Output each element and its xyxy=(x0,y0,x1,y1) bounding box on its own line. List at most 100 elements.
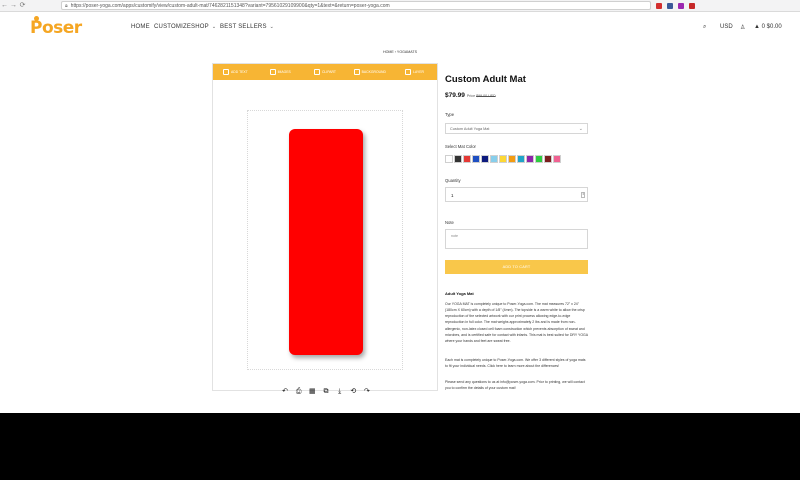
tab-label: LAYER xyxy=(413,70,425,74)
type-label: Type xyxy=(445,112,455,117)
description-paragraph: Our YOGA MAT is completely unique to Pos… xyxy=(445,302,588,343)
product-title: Custom Adult Mat xyxy=(445,74,526,85)
print-icon[interactable]: ⎙ xyxy=(294,387,304,397)
regular-price-label: Price xyxy=(466,94,476,98)
yoga-mat-preview[interactable] xyxy=(289,129,363,355)
design-canvas[interactable] xyxy=(247,110,403,370)
type-select-value: Custom Adult Yoga Mat xyxy=(450,127,490,131)
note-placeholder: note xyxy=(451,234,458,238)
tab-add-text[interactable]: ADD TEXT xyxy=(213,64,258,80)
chevron-down-icon: ⌄ xyxy=(269,24,275,30)
description-paragraph: Each mat is completely unique to Poser-Y… xyxy=(445,358,586,369)
breadcrumb: HOME › YOGAMATS xyxy=(383,50,417,54)
sale-price: $79.99 xyxy=(445,92,465,99)
color-swatch[interactable] xyxy=(526,155,534,163)
search-icon[interactable]: ⌕ xyxy=(703,24,706,31)
mat-designer: ADD TEXT IMAGES CLIPART BACKGROUND LAYER xyxy=(212,63,438,391)
color-swatch[interactable] xyxy=(535,155,543,163)
color-swatch[interactable] xyxy=(481,155,489,163)
tab-layer[interactable]: LAYER xyxy=(392,64,437,80)
color-swatch[interactable] xyxy=(499,155,507,163)
tab-clipart[interactable]: CLIPART xyxy=(303,64,348,80)
cart-icon: ▲ xyxy=(754,24,760,30)
tab-images[interactable]: IMAGES xyxy=(258,64,303,80)
quantity-value: 1 xyxy=(451,193,454,198)
regular-price-value: $99.00 USD xyxy=(476,94,496,98)
nav-best-sellers[interactable]: BEST SELLERS ⌄ xyxy=(220,24,274,30)
tab-label: BACKGROUND xyxy=(361,70,386,74)
logo-text: Poser xyxy=(30,18,82,38)
product-price: $79.99 Price $99.00 USD xyxy=(445,92,496,99)
extension-icon-3[interactable] xyxy=(678,2,684,9)
image-icon xyxy=(269,69,276,75)
cart-count: 0 xyxy=(761,24,765,30)
nav-shop[interactable]: SHOP ⌄ xyxy=(191,24,216,30)
regular-price: Price $99.00 USD xyxy=(467,94,496,98)
crop-icon[interactable]: ⧉ xyxy=(321,387,331,397)
lock-icon: 🔒︎ xyxy=(65,2,68,9)
nav-home[interactable]: HOME xyxy=(131,24,150,30)
grid-icon[interactable]: ▦ xyxy=(307,387,317,397)
cart-total: $0.00 xyxy=(766,24,782,30)
logo-dot-icon xyxy=(34,16,39,21)
extension-icon-2[interactable] xyxy=(667,2,673,9)
color-swatch[interactable] xyxy=(454,155,462,163)
canvas-tools: ↶ ⎙ ▦ ⧉ ⤓ ⟲ ↷ xyxy=(280,387,372,397)
color-swatch[interactable] xyxy=(445,155,453,163)
cart-button[interactable]: ▲ 0 $0.00 xyxy=(754,24,782,30)
back-icon[interactable]: ← xyxy=(0,0,9,12)
site-header: Poser HOME CUSTOMIZE SHOP ⌄ BEST SELLERS ⌄… xyxy=(0,12,800,46)
extension-icon-1[interactable] xyxy=(656,2,662,9)
color-swatches xyxy=(445,155,561,163)
forward-icon[interactable]: → xyxy=(9,0,18,12)
extension-icon-4[interactable] xyxy=(689,2,695,9)
reset-icon[interactable]: ⟲ xyxy=(348,387,358,397)
note-label: Note xyxy=(445,220,454,225)
nav-customize[interactable]: CUSTOMIZE xyxy=(154,24,191,30)
currency-selector[interactable]: USD xyxy=(720,24,733,30)
address-bar[interactable]: 🔒︎ https://poser-yoga.com/apps/customify… xyxy=(61,1,651,10)
color-swatch[interactable] xyxy=(553,155,561,163)
nav-shop-label: SHOP xyxy=(191,24,209,30)
color-swatch[interactable] xyxy=(463,155,471,163)
color-swatch[interactable] xyxy=(517,155,525,163)
tab-label: CLIPART xyxy=(321,70,336,74)
tab-label: IMAGES xyxy=(277,70,291,74)
address-bar-url: https://poser-yoga.com/apps/customify/vi… xyxy=(70,2,390,9)
clipart-icon xyxy=(313,69,320,75)
screen: ← → ⟳ 🔒︎ https://poser-yoga.com/apps/cus… xyxy=(0,0,800,480)
add-to-cart-button[interactable]: ADD TO CART xyxy=(445,260,588,274)
breadcrumb-current: YOGAMATS xyxy=(396,50,418,54)
tab-label: ADD TEXT xyxy=(231,70,248,74)
website: Poser HOME CUSTOMIZE SHOP ⌄ BEST SELLERS ⌄… xyxy=(0,12,800,413)
tab-background[interactable]: BACKGROUND xyxy=(347,64,392,80)
chevron-down-icon: ⌄ xyxy=(578,126,583,132)
nav-best-sellers-label: BEST SELLERS xyxy=(220,24,267,30)
breadcrumb-home[interactable]: HOME xyxy=(383,50,394,54)
quantity-stepper[interactable]: 1 ⇕ xyxy=(445,187,588,202)
color-swatch[interactable] xyxy=(472,155,480,163)
note-field[interactable]: note xyxy=(445,229,588,249)
type-select[interactable]: Custom Adult Yoga Mat ⌄ xyxy=(445,123,588,134)
quantity-label: Quantity xyxy=(445,178,461,183)
color-swatch[interactable] xyxy=(508,155,516,163)
undo-icon[interactable]: ↶ xyxy=(280,387,290,397)
color-swatch[interactable] xyxy=(544,155,552,163)
breadcrumb-separator: › xyxy=(394,50,396,54)
download-icon[interactable]: ⤓ xyxy=(335,387,345,397)
description-title: Adult Yoga Mat xyxy=(445,291,474,296)
browser-toolbar: ← → ⟳ 🔒︎ https://poser-yoga.com/apps/cus… xyxy=(0,0,800,12)
background-icon xyxy=(353,69,360,75)
reload-icon[interactable]: ⟳ xyxy=(18,0,27,12)
stepper-arrows-icon[interactable]: ⇕ xyxy=(581,192,585,198)
chevron-down-icon: ⌄ xyxy=(211,24,217,30)
color-swatch[interactable] xyxy=(490,155,498,163)
user-icon[interactable]: ♙ xyxy=(740,24,745,31)
color-label: Select Mat Color xyxy=(445,144,476,149)
layer-icon xyxy=(405,69,412,75)
text-icon xyxy=(223,69,230,75)
designer-toolbar: ADD TEXT IMAGES CLIPART BACKGROUND LAYER xyxy=(213,64,437,80)
site-logo[interactable]: Poser xyxy=(30,16,82,38)
redo-icon[interactable]: ↷ xyxy=(362,387,372,397)
description-paragraph: Please send any questions to us at info@… xyxy=(445,380,585,391)
